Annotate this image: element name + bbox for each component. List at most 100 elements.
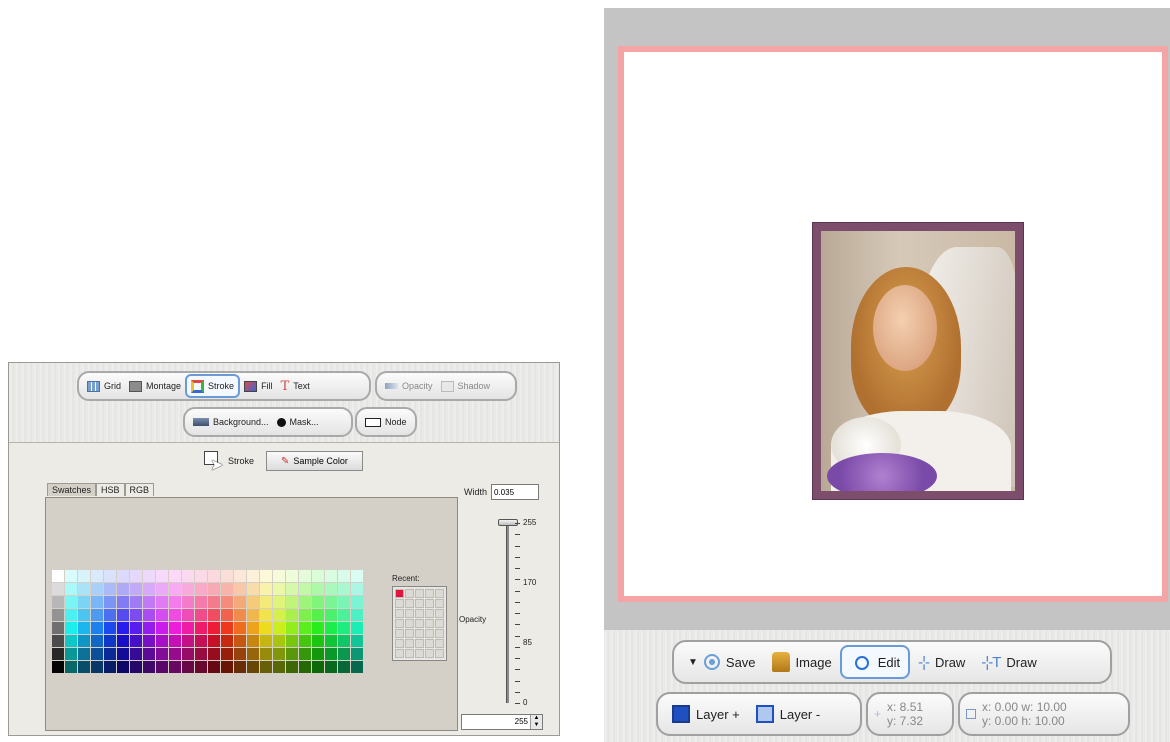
color-swatch[interactable] bbox=[208, 609, 220, 621]
color-swatch[interactable] bbox=[260, 570, 272, 582]
color-swatch[interactable] bbox=[143, 661, 155, 673]
color-swatch[interactable] bbox=[78, 622, 90, 634]
tab-hsb[interactable]: HSB bbox=[96, 483, 125, 496]
color-swatch[interactable] bbox=[273, 609, 285, 621]
color-swatch[interactable] bbox=[286, 622, 298, 634]
stroke-toggle[interactable]: ➤ Stroke bbox=[204, 451, 254, 474]
color-swatch[interactable] bbox=[234, 635, 246, 647]
recent-color-cell[interactable] bbox=[435, 649, 444, 658]
color-swatch[interactable] bbox=[312, 570, 324, 582]
color-swatch[interactable] bbox=[104, 583, 116, 595]
recent-color-cell[interactable] bbox=[415, 589, 424, 598]
color-swatch[interactable] bbox=[338, 648, 350, 660]
recent-color-cell[interactable] bbox=[395, 629, 404, 638]
color-swatch[interactable] bbox=[286, 583, 298, 595]
color-swatch[interactable] bbox=[338, 583, 350, 595]
color-swatch[interactable] bbox=[52, 609, 64, 621]
color-swatch[interactable] bbox=[195, 661, 207, 673]
color-swatch[interactable] bbox=[78, 609, 90, 621]
color-swatch[interactable] bbox=[260, 596, 272, 608]
color-swatch[interactable] bbox=[286, 609, 298, 621]
recent-color-cell[interactable] bbox=[425, 609, 434, 618]
recent-color-cell[interactable] bbox=[435, 589, 444, 598]
color-swatch[interactable] bbox=[247, 648, 259, 660]
recent-color-cell[interactable] bbox=[425, 619, 434, 628]
color-swatch[interactable] bbox=[208, 596, 220, 608]
color-swatch[interactable] bbox=[286, 635, 298, 647]
color-swatch[interactable] bbox=[234, 609, 246, 621]
color-swatch[interactable] bbox=[143, 596, 155, 608]
color-swatch[interactable] bbox=[208, 635, 220, 647]
color-swatch[interactable] bbox=[130, 570, 142, 582]
color-swatch[interactable] bbox=[169, 635, 181, 647]
color-swatch[interactable] bbox=[260, 622, 272, 634]
color-swatch[interactable] bbox=[247, 609, 259, 621]
color-swatch[interactable] bbox=[299, 635, 311, 647]
recent-color-cell[interactable] bbox=[395, 639, 404, 648]
color-swatch[interactable] bbox=[208, 583, 220, 595]
color-swatch[interactable] bbox=[312, 648, 324, 660]
color-swatch[interactable] bbox=[156, 583, 168, 595]
color-swatch[interactable] bbox=[65, 661, 77, 673]
tab-swatches[interactable]: Swatches bbox=[47, 483, 97, 496]
color-swatch[interactable] bbox=[273, 583, 285, 595]
color-swatch[interactable] bbox=[156, 609, 168, 621]
recent-color-cell[interactable] bbox=[395, 589, 404, 598]
color-swatch[interactable] bbox=[104, 622, 116, 634]
color-swatch[interactable] bbox=[117, 661, 129, 673]
recent-color-cell[interactable] bbox=[435, 599, 444, 608]
color-swatch[interactable] bbox=[221, 661, 233, 673]
color-swatch[interactable] bbox=[65, 596, 77, 608]
color-swatch[interactable] bbox=[351, 583, 363, 595]
color-swatch[interactable] bbox=[65, 635, 77, 647]
color-swatch[interactable] bbox=[182, 622, 194, 634]
color-swatch[interactable] bbox=[78, 648, 90, 660]
color-swatch[interactable] bbox=[351, 622, 363, 634]
opacity-stepper[interactable]: 255 ▲ ▼ bbox=[461, 714, 543, 730]
recent-color-cell[interactable] bbox=[435, 609, 444, 618]
opacity-button[interactable]: Opacity bbox=[381, 374, 437, 398]
color-swatch[interactable] bbox=[130, 661, 142, 673]
color-swatch[interactable] bbox=[78, 583, 90, 595]
color-swatch[interactable] bbox=[312, 635, 324, 647]
color-swatch[interactable] bbox=[195, 570, 207, 582]
color-swatch[interactable] bbox=[325, 583, 337, 595]
color-swatch[interactable] bbox=[65, 622, 77, 634]
recent-color-cell[interactable] bbox=[395, 599, 404, 608]
color-swatch[interactable] bbox=[299, 622, 311, 634]
color-swatch[interactable] bbox=[104, 661, 116, 673]
color-swatch[interactable] bbox=[338, 661, 350, 673]
color-swatch[interactable] bbox=[65, 583, 77, 595]
recent-color-cell[interactable] bbox=[435, 629, 444, 638]
color-swatch[interactable] bbox=[195, 648, 207, 660]
color-swatch[interactable] bbox=[156, 648, 168, 660]
color-swatch[interactable] bbox=[52, 648, 64, 660]
stepper-arrows-icon[interactable]: ▲ ▼ bbox=[530, 715, 542, 729]
color-swatch[interactable] bbox=[325, 609, 337, 621]
color-swatch[interactable] bbox=[91, 596, 103, 608]
color-swatch[interactable] bbox=[91, 635, 103, 647]
recent-color-cell[interactable] bbox=[425, 639, 434, 648]
color-swatch[interactable] bbox=[52, 570, 64, 582]
color-swatch[interactable] bbox=[104, 635, 116, 647]
color-swatch[interactable] bbox=[143, 583, 155, 595]
text-button[interactable]: T Text bbox=[277, 374, 314, 398]
recent-color-cell[interactable] bbox=[415, 609, 424, 618]
color-swatch[interactable] bbox=[78, 661, 90, 673]
recent-color-cell[interactable] bbox=[415, 599, 424, 608]
color-swatch[interactable] bbox=[273, 635, 285, 647]
color-swatch[interactable] bbox=[117, 596, 129, 608]
photo-frame[interactable] bbox=[812, 222, 1024, 500]
color-swatch[interactable] bbox=[260, 583, 272, 595]
color-swatch[interactable] bbox=[169, 570, 181, 582]
recent-color-cell[interactable] bbox=[425, 599, 434, 608]
color-swatch[interactable] bbox=[286, 570, 298, 582]
color-swatch[interactable] bbox=[169, 609, 181, 621]
recent-color-cell[interactable] bbox=[415, 639, 424, 648]
color-swatch[interactable] bbox=[351, 635, 363, 647]
color-swatch[interactable] bbox=[65, 609, 77, 621]
grid-button[interactable]: Grid bbox=[83, 374, 125, 398]
text-draw-button[interactable]: -¦-T Draw bbox=[973, 645, 1044, 679]
color-swatch[interactable] bbox=[52, 622, 64, 634]
color-swatch[interactable] bbox=[299, 648, 311, 660]
